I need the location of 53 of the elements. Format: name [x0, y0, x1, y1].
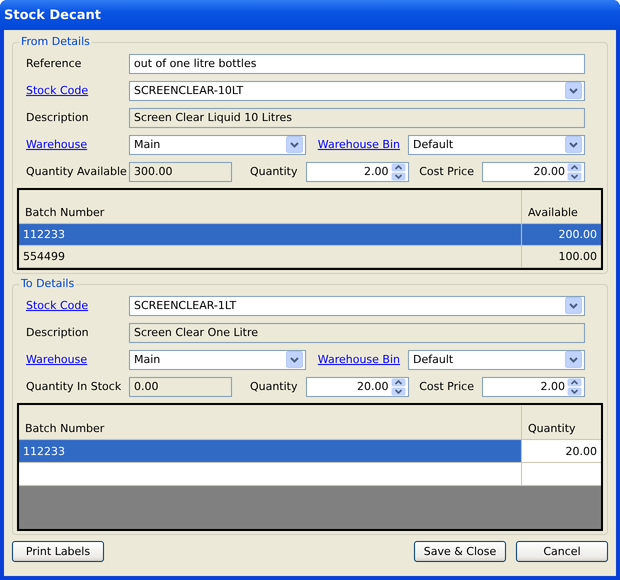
field-link[interactable]: Stock Code — [26, 84, 88, 97]
field-link[interactable]: Warehouse Bin — [318, 353, 400, 366]
dropdown-field[interactable]: Main — [129, 134, 306, 154]
field-link[interactable]: Warehouse — [26, 353, 88, 366]
grid-row[interactable]: 112233 20.00 — [19, 440, 601, 463]
column-header[interactable]: Batch Number — [19, 206, 521, 223]
grid-row[interactable]: 112233 200.00 — [19, 224, 601, 246]
field-label: Cost Price — [419, 165, 474, 178]
number-field[interactable]: 20.00 — [306, 376, 408, 396]
group-legend: From Details — [19, 35, 92, 48]
dropdown-field[interactable]: SCREENCLEAR-10LT — [129, 80, 585, 100]
field-label: Cost Price — [419, 380, 474, 393]
column-header[interactable]: Quantity — [521, 406, 601, 439]
text-field[interactable]: out of one litre bottles — [129, 54, 585, 74]
table-cell-text: 112233 — [22, 444, 66, 460]
table-cell-text: 112233 — [22, 227, 66, 243]
field-label: Description — [26, 111, 89, 124]
field-label: Quantity In Stock — [26, 380, 122, 393]
field-label: Quantity Available — [26, 165, 127, 178]
field-label: Quantity — [250, 380, 298, 393]
group-legend: To Details — [19, 277, 76, 290]
dialog-button[interactable]: Cancel — [516, 541, 608, 562]
readonly-field: 300.00 — [129, 162, 232, 182]
dialog-button[interactable]: Print Labels — [12, 541, 104, 562]
readonly-field: Screen Clear Liquid 10 Litres — [129, 108, 585, 128]
field-label: Reference — [26, 57, 82, 70]
table-cell: 20.00 — [521, 440, 601, 462]
readonly-field: Screen Clear One Litre — [129, 322, 585, 342]
spin-arrows-icon[interactable] — [567, 162, 582, 180]
number-field[interactable]: 20.00 — [482, 162, 585, 182]
field-label: Quantity — [250, 165, 298, 178]
number-field[interactable]: 2.00 — [306, 162, 408, 182]
field-link[interactable]: Warehouse Bin — [318, 138, 400, 151]
window-title: Stock Decant — [4, 8, 101, 22]
column-header[interactable]: Available — [521, 190, 601, 223]
field-label: Description — [26, 326, 89, 339]
table-cell: 100.00 — [521, 246, 601, 267]
spin-arrows-icon[interactable] — [390, 162, 406, 180]
table-cell-text: 554499 — [22, 249, 66, 265]
field-link[interactable]: Warehouse — [26, 138, 88, 151]
spin-arrows-icon[interactable] — [390, 378, 406, 396]
field-link[interactable]: Stock Code — [26, 299, 88, 312]
dropdown-field[interactable]: Default — [408, 134, 585, 154]
readonly-field: 0.00 — [129, 376, 232, 396]
spin-arrows-icon[interactable] — [567, 378, 582, 396]
dropdown-field[interactable]: SCREENCLEAR-1LT — [129, 296, 585, 316]
dropdown-field[interactable]: Default — [408, 350, 585, 370]
grid-row[interactable]: 554499 100.00 — [19, 246, 601, 268]
number-field[interactable]: 2.00 — [482, 376, 585, 396]
column-header[interactable]: Batch Number — [19, 422, 521, 439]
table-cell: 200.00 — [521, 224, 601, 245]
dialog-button[interactable]: Save & Close — [414, 541, 506, 562]
dropdown-field[interactable]: Main — [129, 350, 306, 370]
